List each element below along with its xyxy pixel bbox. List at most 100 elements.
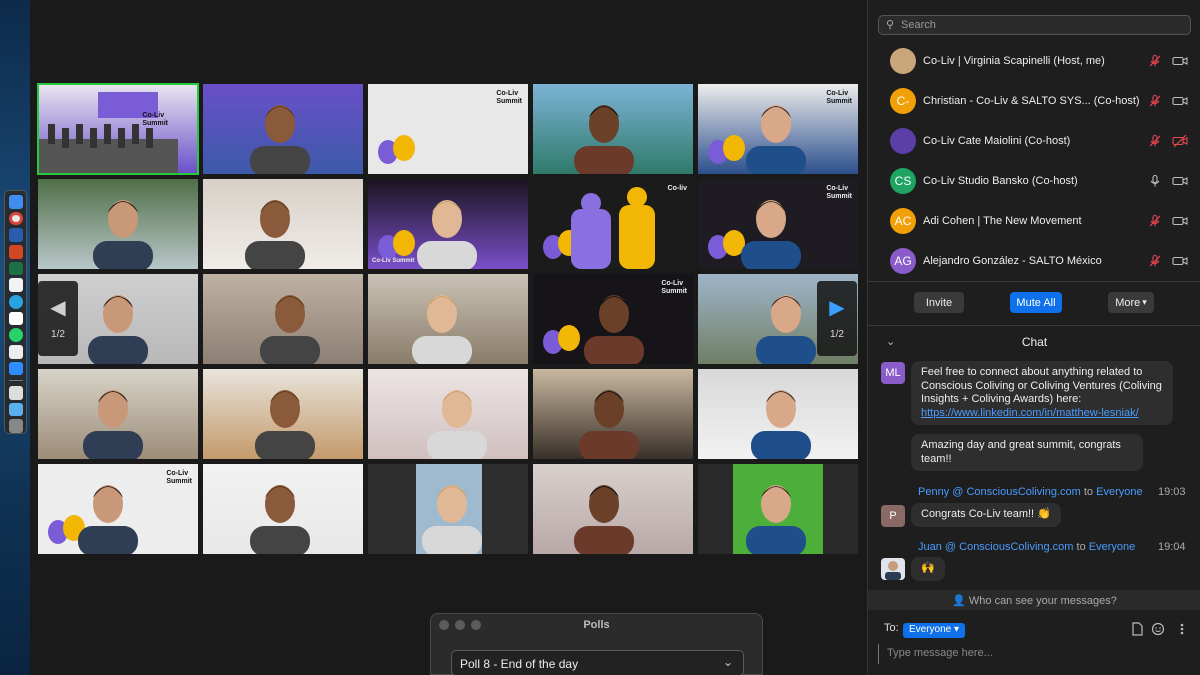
file-icon[interactable] (1132, 622, 1143, 636)
video-tile[interactable] (368, 274, 528, 364)
sender-name[interactable]: Penny @ ConsciousColiving.com (918, 486, 1081, 498)
video-tile[interactable]: Co-Liv Summit (698, 179, 858, 269)
tile-overlay-text: Co-Liv Summit (166, 470, 192, 485)
video-feed (698, 369, 858, 459)
message-text: Amazing day and great summit, congrats t… (921, 439, 1121, 465)
more-button[interactable]: More ▾ (1108, 292, 1154, 313)
video-tile[interactable]: Co-Liv Summit (533, 274, 693, 364)
chevron-down-icon: ▾ (1142, 297, 1147, 307)
chat-message-input[interactable]: Type message here... (878, 644, 1193, 664)
video-tile[interactable] (203, 464, 363, 554)
message-sender-line: Juan @ ConsciousColiving.com to Everyone (918, 541, 1135, 553)
participant-name: Co-Liv | Virginia Scapinelli (Host, me) (923, 55, 1105, 67)
poll-select[interactable]: Poll 8 - End of the day ⌄ (451, 650, 744, 675)
who-can-see-link[interactable]: 👤 Who can see your messages? (868, 590, 1200, 610)
video-tile[interactable] (698, 464, 858, 554)
video-tile[interactable] (203, 274, 363, 364)
video-tile[interactable] (533, 369, 693, 459)
video-tile[interactable] (368, 369, 528, 459)
video-tile[interactable]: Co-Liv Summit (368, 179, 528, 269)
polls-titlebar[interactable]: Polls (431, 614, 762, 636)
participant-row[interactable]: CS Co-Liv Studio Bansko (Co-host) (868, 161, 1200, 201)
slack-icon[interactable] (8, 311, 23, 326)
cloud-app-icon[interactable] (8, 295, 23, 309)
video-tile[interactable] (38, 369, 198, 459)
to-label: To: (884, 622, 899, 634)
excel-icon[interactable] (8, 261, 23, 276)
video-gallery: Co-Liv Summit Co-Liv Summit Co-Liv Summit C… (37, 83, 860, 556)
avatar: P (881, 505, 905, 527)
chat-message: Amazing day and great summit, congrats t… (911, 434, 1143, 471)
next-page-button[interactable]: ▶ 1/2 (817, 281, 857, 356)
participant-row[interactable]: AG Alejandro González - SALTO México (868, 241, 1200, 281)
video-camera-icon[interactable] (1172, 214, 1188, 228)
participant-name: Adi Cohen | The New Movement (923, 215, 1082, 227)
trash-icon[interactable] (8, 419, 23, 434)
video-camera-icon[interactable] (1172, 174, 1188, 188)
previous-page-button[interactable]: ◀ 1/2 (38, 281, 78, 356)
avatar-initials: C- (896, 94, 910, 108)
video-tile[interactable]: Co-Liv Summit (368, 84, 528, 174)
whatsapp-icon[interactable] (8, 328, 23, 342)
finder-icon[interactable] (8, 195, 23, 209)
message-text: Congrats Co-Liv team!! 👏 (921, 508, 1051, 520)
video-tile[interactable] (203, 84, 363, 174)
video-tile[interactable]: Co-Liv Summit (37, 83, 199, 175)
video-camera-icon[interactable] (1172, 94, 1188, 108)
mic-icon[interactable] (1148, 174, 1162, 188)
powerpoint-icon[interactable] (8, 245, 23, 259)
video-camera-icon[interactable] (1172, 254, 1188, 268)
sender-name[interactable]: Juan @ ConsciousColiving.com (918, 541, 1073, 553)
participant-row[interactable]: Co-Liv | Virginia Scapinelli (Host, me) (868, 41, 1200, 81)
chrome-icon[interactable] (8, 211, 23, 226)
video-tile[interactable] (203, 179, 363, 269)
participant-name: Christian - Co-Liv & SALTO SYS... (Co-ho… (923, 95, 1140, 107)
search-icon: ⚲ (886, 19, 895, 31)
mic-muted-icon[interactable] (1148, 254, 1162, 268)
page-indicator: 1/2 (51, 329, 65, 340)
to-word: to (1076, 541, 1086, 553)
divider (868, 281, 1200, 282)
mic-muted-icon[interactable] (1148, 134, 1162, 148)
mic-muted-icon[interactable] (1148, 54, 1162, 68)
participant-search-input[interactable]: ⚲ Search (878, 15, 1191, 35)
video-off-icon[interactable] (1172, 134, 1188, 148)
downloads-folder-icon[interactable] (8, 402, 23, 417)
document-icon[interactable] (8, 386, 23, 400)
word-icon[interactable] (8, 228, 23, 243)
tile-overlay-text: Co-Liv Summit (496, 90, 522, 105)
participant-row[interactable]: AC Adi Cohen | The New Movement (868, 201, 1200, 241)
video-tile[interactable] (698, 369, 858, 459)
video-tile[interactable] (368, 464, 528, 554)
video-tile[interactable]: Co-Liv Summit (698, 84, 858, 174)
emoji-icon[interactable] (1151, 622, 1165, 636)
video-camera-icon[interactable] (1172, 54, 1188, 68)
participant-row[interactable]: C- Christian - Co-Liv & SALTO SYS... (Co-… (868, 81, 1200, 121)
calendar-icon[interactable] (8, 344, 23, 359)
video-tile[interactable] (533, 464, 693, 554)
mute-all-button[interactable]: Mute All (1010, 292, 1062, 313)
video-feed (203, 274, 363, 364)
more-options-icon[interactable] (1180, 623, 1184, 635)
invite-button[interactable]: Invite (914, 292, 964, 313)
polls-title: Polls (583, 619, 610, 631)
video-tile[interactable] (38, 179, 198, 269)
people-icon: 👤 (952, 595, 966, 607)
mic-muted-icon[interactable] (1148, 94, 1162, 108)
photos-icon[interactable] (8, 278, 23, 292)
mic-muted-icon[interactable] (1148, 214, 1162, 228)
zoom-icon[interactable] (8, 361, 23, 376)
recipient-name[interactable]: Everyone (1096, 486, 1142, 498)
video-tile[interactable] (203, 369, 363, 459)
message-text: Feel free to connect about anything rela… (921, 366, 1162, 405)
video-tile[interactable]: Co-liv (533, 179, 693, 269)
participant-row[interactable]: Co-Liv Cate Maiolini (Co-host) (868, 121, 1200, 161)
video-feed (698, 464, 858, 554)
recipient-name[interactable]: Everyone (1089, 541, 1135, 553)
video-feed (533, 464, 693, 554)
recipient-select[interactable]: Everyone ▾ (903, 623, 966, 638)
video-tile[interactable]: Co-Liv Summit (38, 464, 198, 554)
video-tile[interactable] (533, 84, 693, 174)
message-link[interactable]: https://www.linkedin.com/in/matthew-lesn… (921, 407, 1139, 419)
chat-message: 🙌 (911, 557, 945, 581)
